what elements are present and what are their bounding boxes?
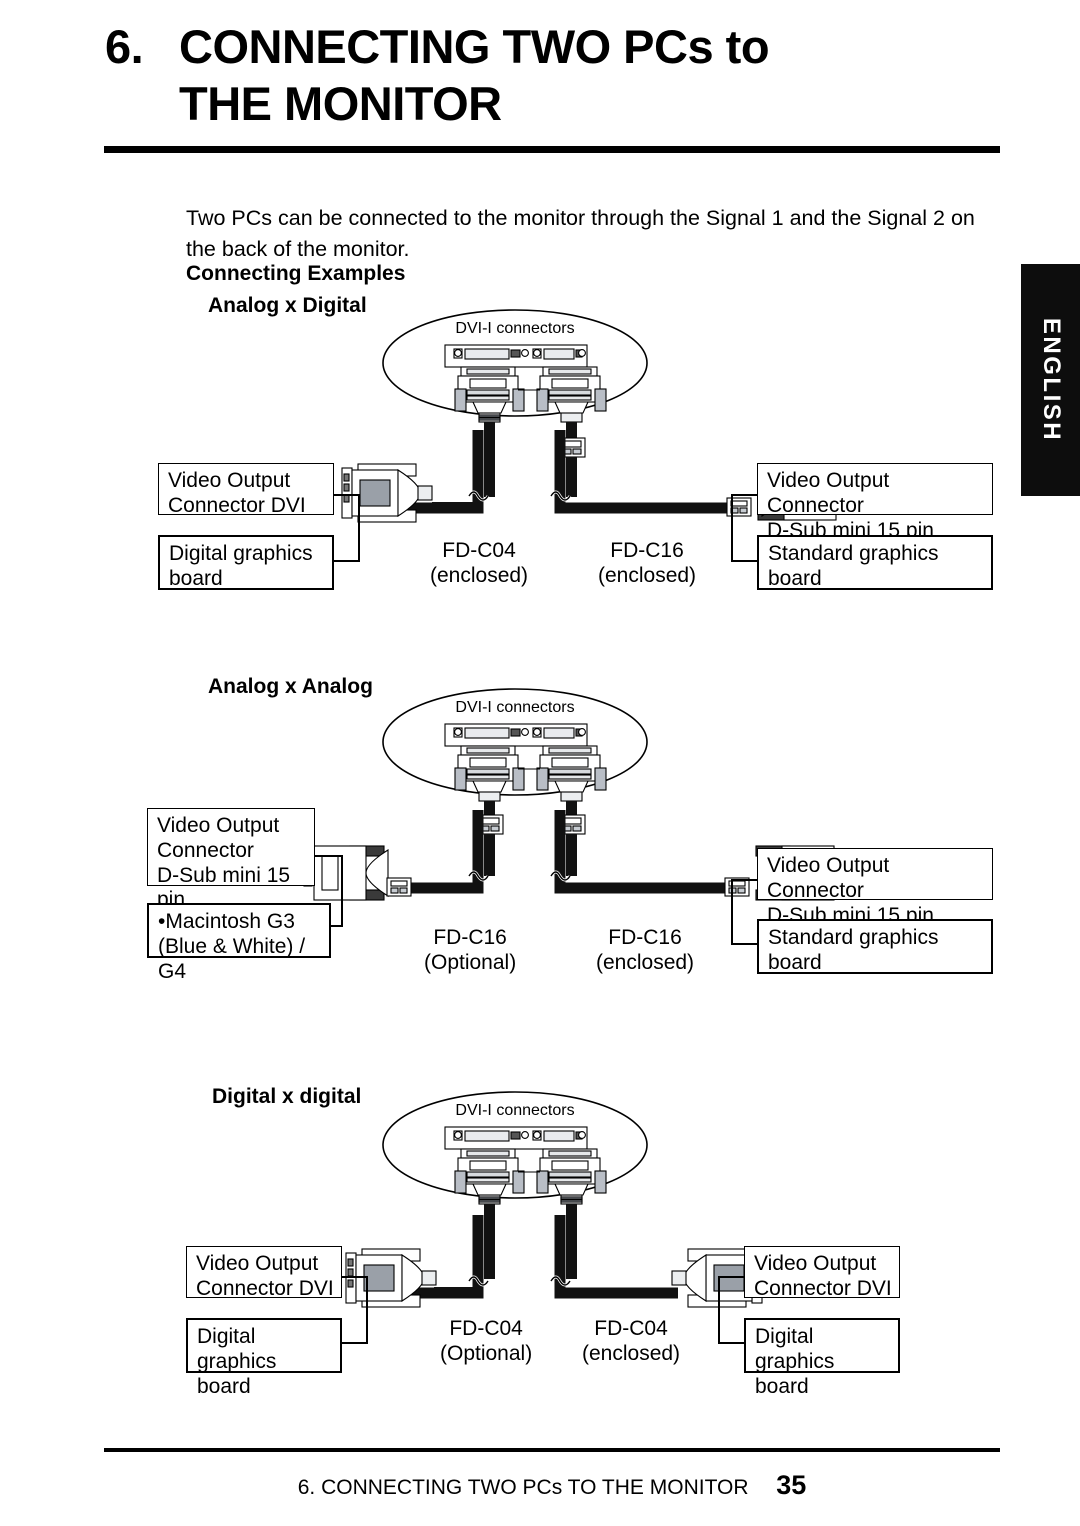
language-tab-english: ENGLISH bbox=[1021, 264, 1080, 496]
connecting-examples-heading: Connecting Examples bbox=[186, 262, 406, 285]
d1-left-leader-h2 bbox=[334, 560, 360, 562]
d3-left-box-video-output: Video Output Connector DVI bbox=[186, 1246, 342, 1300]
d1-right-leader-v bbox=[731, 494, 733, 562]
d2-right-leader-h2 bbox=[731, 943, 757, 945]
d3-left-leader-h1 bbox=[342, 1276, 368, 1278]
d3-left-leader-v bbox=[366, 1276, 368, 1344]
svg-text:DVI-I connectors: DVI-I connectors bbox=[455, 1102, 574, 1119]
d2-right-leader-h1 bbox=[731, 879, 757, 881]
page-title-number: 6. bbox=[105, 20, 144, 73]
footer-divider bbox=[104, 1448, 1000, 1452]
d2-left-leader-h2 bbox=[331, 925, 343, 927]
d1-right-leader-h2 bbox=[731, 560, 757, 562]
d3-right-box-graphics-board: Digital graphics board bbox=[744, 1318, 900, 1398]
d2-right-leader-v bbox=[731, 879, 733, 945]
d3-right-leader-v bbox=[718, 1276, 720, 1344]
d1-left-leader-h1 bbox=[334, 494, 360, 496]
d3-right-box-video-output: Video Output Connector DVI bbox=[744, 1246, 900, 1300]
d3-right-leader-h1 bbox=[718, 1276, 744, 1278]
page-title-line1: CONNECTING TWO PCs to bbox=[179, 20, 770, 73]
page-title: 6. CONNECTING TWO PCs to THE MONITOR bbox=[105, 18, 1005, 133]
d1-right-cable-caption: FD-C16 (enclosed) bbox=[598, 539, 697, 588]
d2-left-leader-h1 bbox=[315, 855, 343, 857]
d2-left-leader-v bbox=[341, 855, 343, 927]
title-divider bbox=[104, 146, 1000, 153]
d2-right-box-graphics-board: Standard graphics board bbox=[757, 919, 993, 974]
footer: 6. CONNECTING TWO PCs TO THE MONITOR 35 bbox=[104, 1470, 1000, 1501]
d2-right-cable-caption: FD-C16 (enclosed) bbox=[596, 926, 695, 975]
svg-text:DVI-I connectors: DVI-I connectors bbox=[455, 699, 574, 716]
manual-page: 6. CONNECTING TWO PCs to THE MONITOR Two … bbox=[0, 0, 1080, 1526]
d1-right-box-graphics-board: Standard graphics board bbox=[757, 535, 993, 590]
d3-left-leader-h2 bbox=[342, 1342, 368, 1344]
d2-right-box-video-output: Video Output Connector D-Sub mini 15 pin bbox=[757, 848, 993, 927]
d1-left-box-video-output: Video Output Connector DVI bbox=[158, 463, 334, 517]
d3-left-box-graphics-board: Digital graphics board bbox=[186, 1318, 342, 1398]
d2-left-cable-caption: FD-C16 (Optional) bbox=[424, 926, 517, 975]
d3-left-cable-caption: FD-C04 (Optional) bbox=[440, 1317, 533, 1366]
page-title-line2: THE MONITOR bbox=[179, 77, 502, 131]
d3-right-leader-h2 bbox=[718, 1342, 744, 1344]
section-heading-analog-analog: Analog x Analog bbox=[208, 675, 373, 698]
d2-left-box-video-output: Video Output Connector D-Sub mini 15 pin bbox=[147, 808, 315, 911]
d1-left-leader-v bbox=[358, 494, 360, 562]
intro-paragraph: Two PCs can be connected to the monitor … bbox=[186, 206, 975, 262]
svg-text:DVI-I connectors: DVI-I connectors bbox=[455, 320, 574, 337]
d3-right-cable-caption: FD-C04 (enclosed) bbox=[582, 1317, 681, 1366]
language-tab-label: ENGLISH bbox=[1037, 317, 1065, 443]
section-heading-digital-digital: Digital x digital bbox=[212, 1085, 362, 1108]
d1-right-box-video-output: Video Output Connector D-Sub mini 15 pin bbox=[757, 463, 993, 542]
d1-left-box-graphics-board: Digital graphics board bbox=[158, 535, 334, 590]
footer-page-number: 35 bbox=[776, 1470, 807, 1500]
d2-left-box-macintosh: •Macintosh G3 (Blue & White) / G4 bbox=[147, 903, 331, 983]
section-heading-analog-digital: Analog x Digital bbox=[208, 294, 367, 317]
footer-title: 6. CONNECTING TWO PCs TO THE MONITOR bbox=[297, 1476, 749, 1499]
d1-right-leader-h1 bbox=[731, 494, 757, 496]
d1-left-cable-caption: FD-C04 (enclosed) bbox=[430, 539, 529, 588]
